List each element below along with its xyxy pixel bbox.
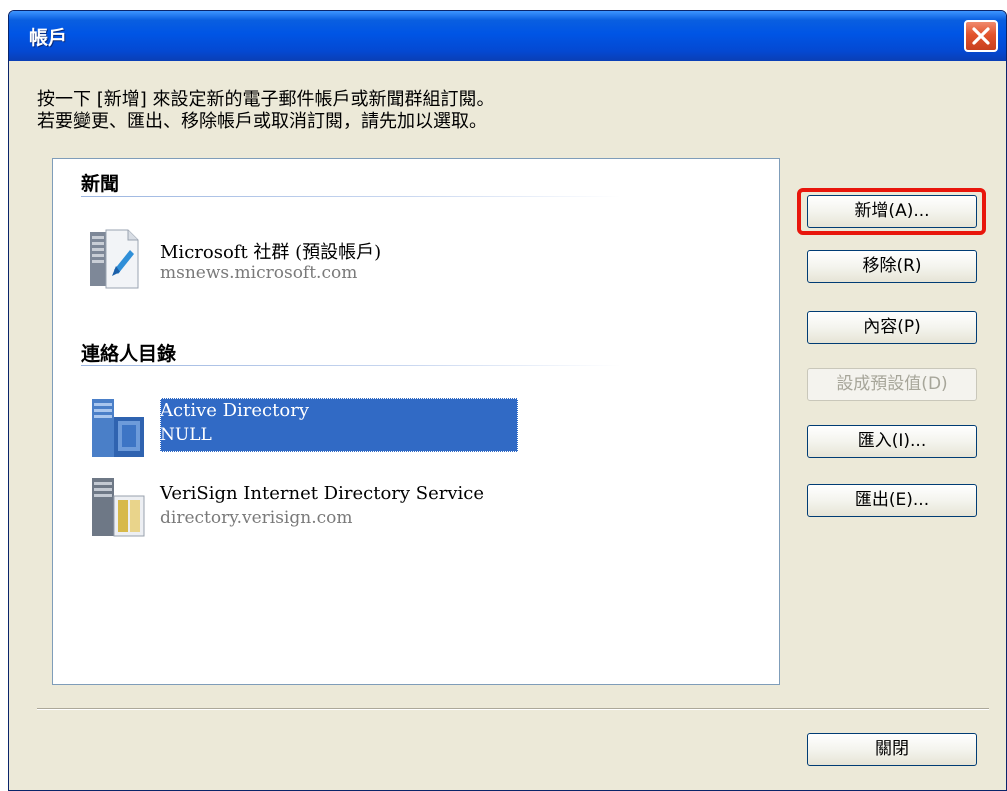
news-server-icon: [90, 229, 139, 289]
close-button[interactable]: 關閉: [807, 733, 977, 766]
export-button[interactable]: 匯出(E)...: [807, 484, 977, 517]
set-default-button[interactable]: 設成預設值(D): [807, 368, 977, 401]
group-divider-contacts: [81, 365, 621, 366]
item-name: Microsoft 社群 (預設帳戶): [160, 242, 382, 263]
directory-service-icon: [92, 478, 145, 537]
accounts-dialog: 帳戶 按一下 [新增] 來設定新的電子郵件帳戶或新聞群組訂閱。 若要變更、匯出、…: [8, 10, 1007, 791]
remove-button[interactable]: 移除(R): [807, 250, 977, 283]
item-detail: directory.verisign.com: [160, 508, 353, 528]
group-header-contacts: 連絡人目錄: [81, 343, 177, 365]
close-window-button[interactable]: [964, 20, 998, 52]
item-name: Active Directory: [160, 400, 309, 421]
item-detail: msnews.microsoft.com: [160, 263, 358, 283]
properties-button[interactable]: 內容(P): [807, 311, 977, 344]
group-header-news: 新聞: [81, 173, 120, 195]
item-name: VeriSign Internet Directory Service: [160, 483, 485, 504]
close-x-icon: [972, 27, 990, 45]
import-button[interactable]: 匯入(I)...: [807, 425, 977, 458]
directory-server-icon: [92, 399, 144, 457]
instruction-line-2: 若要變更、匯出、移除帳戶或取消訂閱，請先加以選取。: [37, 111, 487, 132]
group-divider-news: [81, 196, 621, 197]
window-title: 帳戶: [29, 27, 68, 49]
footer-separator: [37, 708, 989, 710]
highlight-annotation: [797, 188, 986, 235]
title-bar[interactable]: 帳戶: [9, 11, 1006, 61]
instruction-line-1: 按一下 [新增] 來設定新的電子郵件帳戶或新聞群組訂閱。: [37, 89, 495, 110]
instruction-text: 按一下 [新增] 來設定新的電子郵件帳戶或新聞群組訂閱。 若要變更、匯出、移除帳…: [37, 89, 495, 133]
accounts-list[interactable]: 新聞 Microsoft 社群 (預設帳戶) msnews.microsoft.…: [52, 158, 780, 685]
item-detail: NULL: [160, 425, 212, 445]
